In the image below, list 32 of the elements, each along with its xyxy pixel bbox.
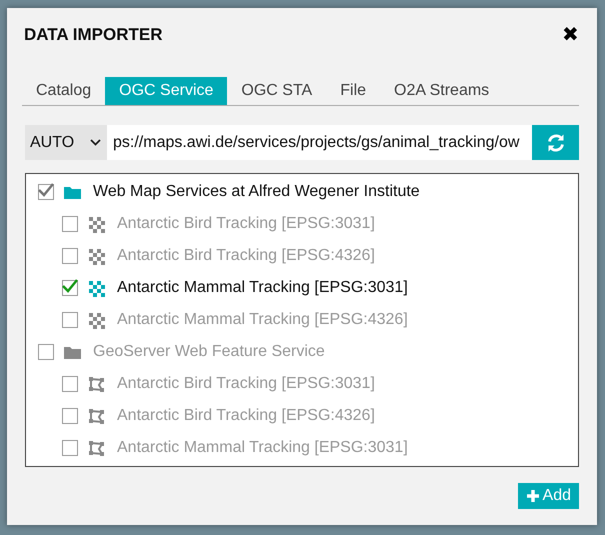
checkbox[interactable] <box>62 408 78 424</box>
polygon-icon <box>88 408 105 424</box>
close-button[interactable]: ✖ <box>562 22 579 47</box>
tab[interactable]: Catalog <box>22 77 106 105</box>
checker-icon <box>88 312 105 328</box>
checkbox[interactable] <box>62 248 78 264</box>
folder-icon <box>64 346 81 358</box>
checker-icon <box>88 248 105 264</box>
checkbox[interactable] <box>62 216 78 232</box>
checker-icon <box>88 280 105 296</box>
dialog-title: DATA IMPORTER <box>24 24 163 44</box>
checkbox[interactable] <box>62 440 78 456</box>
tab[interactable]: File <box>326 77 380 105</box>
checkbox[interactable] <box>62 280 78 296</box>
chevron-down-icon <box>90 139 101 146</box>
polygon-icon <box>88 440 105 456</box>
refresh-button[interactable] <box>532 125 579 160</box>
mode-select[interactable]: AUTO <box>25 125 107 160</box>
checker-icon <box>88 216 105 232</box>
polygon-icon <box>88 376 105 392</box>
checkbox[interactable] <box>38 184 54 200</box>
tree-item-label[interactable]: Antarctic Mammal Tracking [EPSG:3031] <box>117 279 408 297</box>
tab[interactable]: OGC STA <box>227 77 326 105</box>
refresh-icon <box>546 132 566 152</box>
checkbox[interactable] <box>38 344 54 360</box>
folder-icon <box>64 186 81 198</box>
checkbox[interactable] <box>62 376 78 392</box>
url-field[interactable]: ps://maps.awi.de/services/projects/gs/animal_tracking/ow <box>107 125 532 160</box>
checkbox[interactable] <box>62 312 78 328</box>
tree-item-label[interactable]: Web Map Services at Alfred Wegener Institute <box>93 183 420 201</box>
plus-icon <box>526 489 540 503</box>
tab[interactable]: O2A Streams <box>380 77 504 105</box>
